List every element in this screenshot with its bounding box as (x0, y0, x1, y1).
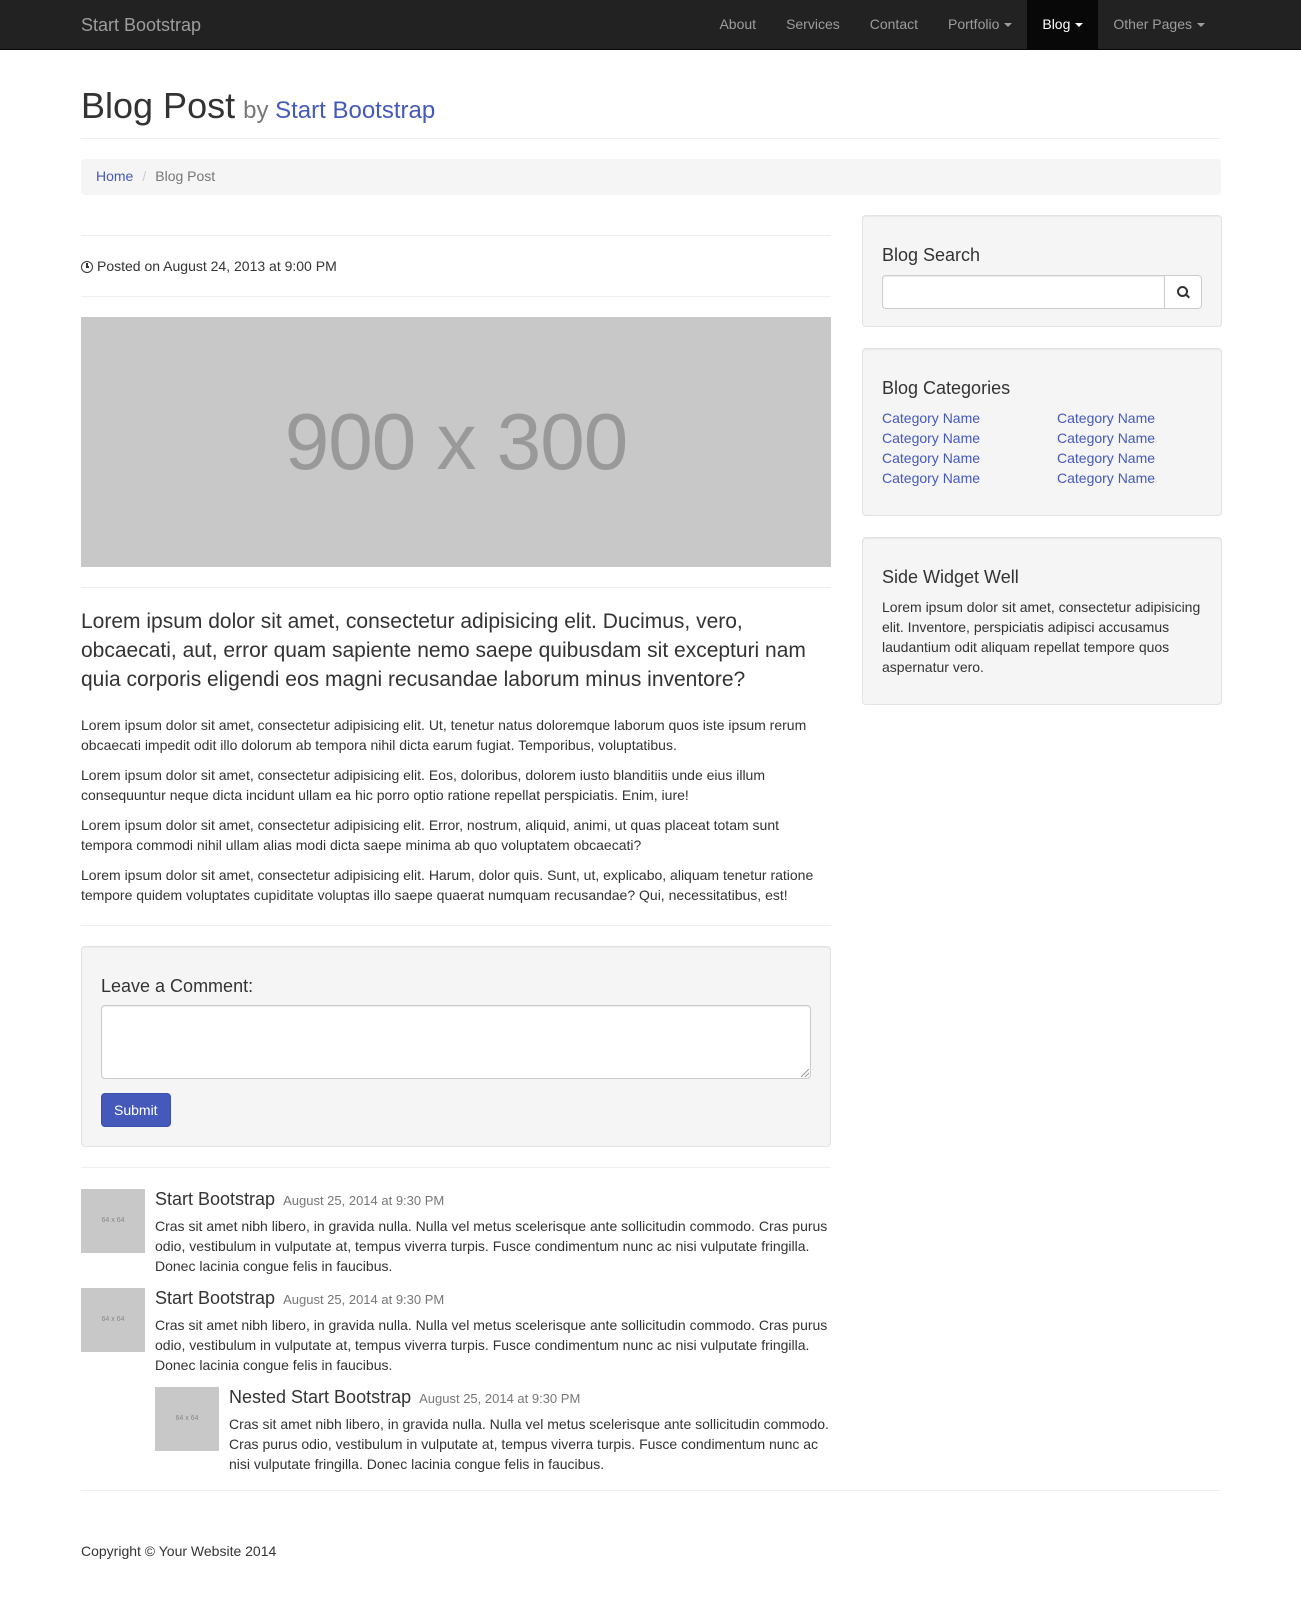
page-title-text: Blog Post (81, 85, 236, 126)
category-link[interactable]: Category Name (882, 448, 1057, 468)
category-link[interactable]: Category Name (882, 468, 1057, 488)
comment-form-heading: Leave a Comment: (101, 976, 254, 996)
side-widget-text: Lorem ipsum dolor sit amet, consectetur … (882, 599, 1201, 675)
divider (81, 235, 831, 236)
post-date: Posted on August 24, 2013 at 9:00 PM (81, 257, 337, 277)
category-link[interactable]: Category Name (882, 408, 1057, 428)
comment-form: Leave a Comment: Submit (81, 946, 831, 1147)
nav-contact-label: Contact (869, 15, 918, 32)
category-link[interactable]: Category Name (882, 428, 1057, 448)
comment-heading: Start Bootstrap August 25, 2014 at 9:30 … (155, 1288, 831, 1310)
caret-down-icon (1004, 22, 1013, 27)
comment: 64 x 64 Start Bootstrap August 25, 2014 … (81, 1189, 831, 1276)
blog-categories-heading: Blog Categories (882, 378, 1011, 398)
breadcrumb-home[interactable]: Home (96, 167, 133, 187)
main-nav: About Services Contact Portfolio Blog Ot… (704, 0, 1220, 50)
comment-body: Start Bootstrap August 25, 2014 at 9:30 … (145, 1288, 831, 1375)
blog-search-well: Blog Search (862, 215, 1222, 327)
blog-categories-well: Blog Categories Category Name Category N… (862, 348, 1222, 516)
search-icon (1176, 285, 1190, 299)
breadcrumb: Home / Blog Post (81, 159, 1221, 195)
side-widget-well: Side Widget Well Lorem ipsum dolor sit a… (862, 537, 1222, 705)
comment-heading: Start Bootstrap August 25, 2014 at 9:30 … (155, 1189, 831, 1211)
nav-contact[interactable]: Contact (855, 0, 933, 49)
post-paragraph: Lorem ipsum dolor sit amet, consectetur … (81, 717, 807, 753)
nav-blog-label: Blog (1042, 15, 1071, 32)
comment-text: Cras sit amet nibh libero, in gravida nu… (229, 1416, 829, 1472)
top-navbar: Start Bootstrap About Services Contact P… (0, 0, 1301, 50)
page-title: Blog Post by Start Bootstrap (81, 86, 1221, 131)
comment-date: August 25, 2014 at 9:30 PM (419, 1391, 581, 1406)
search-button[interactable] (1164, 275, 1202, 309)
avatar-placeholder-label: 64 x 64 (101, 1316, 125, 1323)
comment-date: August 25, 2014 at 9:30 PM (283, 1193, 445, 1208)
search-group (882, 275, 1202, 309)
nav-other-pages-label: Other Pages (1113, 15, 1192, 32)
author-link[interactable]: Start Bootstrap (275, 97, 435, 124)
nav-other-pages-dropdown[interactable]: Other Pages (1098, 0, 1220, 49)
nav-services-label: Services (786, 15, 840, 32)
comment-body: Nested Start Bootstrap August 25, 2014 a… (219, 1387, 831, 1474)
post-paragraph: Lorem ipsum dolor sit amet, consectetur … (81, 767, 765, 803)
comment-body: Start Bootstrap August 25, 2014 at 9:30 … (145, 1189, 831, 1276)
category-link[interactable]: Category Name (1057, 448, 1202, 468)
divider (81, 296, 831, 297)
clock-icon (81, 260, 93, 273)
post-paragraph: Lorem ipsum dolor sit amet, consectetur … (81, 817, 779, 853)
avatar: 64 x 64 (81, 1288, 145, 1352)
caret-down-icon (1197, 22, 1205, 27)
footer-divider (81, 1490, 1221, 1491)
nav-portfolio-label: Portfolio (948, 15, 1000, 32)
avatar: 64 x 64 (155, 1387, 219, 1451)
submit-button[interactable]: Submit (101, 1093, 171, 1127)
category-link[interactable]: Category Name (1057, 428, 1202, 448)
resize-handle-icon[interactable] (801, 1069, 809, 1077)
breadcrumb-current: Blog Post (155, 168, 216, 184)
byline-prefix: by (243, 97, 269, 124)
nested-comment: 64 x 64 Nested Start Bootstrap August 25… (155, 1387, 831, 1474)
brand-link[interactable]: Start Bootstrap (81, 14, 201, 36)
avatar-placeholder-label: 64 x 64 (101, 1217, 125, 1224)
post-lead: Lorem ipsum dolor sit amet, consectetur … (81, 610, 806, 691)
page-header: Blog Post by Start Bootstrap (81, 86, 1221, 139)
comment-text: Cras sit amet nibh libero, in gravida nu… (155, 1218, 828, 1274)
footer-copyright: Copyright © Your Website 2014 (81, 1543, 277, 1559)
category-link[interactable]: Category Name (1057, 468, 1202, 488)
divider (81, 1167, 831, 1168)
comment-author: Start Bootstrap (155, 1189, 276, 1209)
comment-textarea[interactable] (101, 1005, 811, 1079)
comment-author: Nested Start Bootstrap (229, 1387, 412, 1407)
post-date-text: Posted on August 24, 2013 at 9:00 PM (97, 258, 337, 274)
post-image-label: 900 x 300 (284, 396, 628, 486)
nav-about-label: About (719, 15, 757, 32)
category-list: Category Name Category Name Category Nam… (882, 408, 1202, 488)
post-image-placeholder: 900 x 300 (81, 317, 831, 567)
caret-down-icon (1075, 22, 1084, 27)
byline: by Start Bootstrap (243, 97, 435, 124)
blog-search-heading: Blog Search (882, 245, 981, 265)
comment-author: Start Bootstrap (155, 1288, 276, 1308)
nav-services[interactable]: Services (771, 0, 855, 49)
nav-portfolio-dropdown[interactable]: Portfolio (933, 0, 1027, 49)
breadcrumb-separator: / (142, 168, 147, 184)
comment-date: August 25, 2014 at 9:30 PM (283, 1292, 445, 1307)
avatar: 64 x 64 (81, 1189, 145, 1253)
divider (81, 925, 831, 926)
avatar-placeholder-label: 64 x 64 (175, 1415, 199, 1422)
divider (81, 587, 831, 588)
comment-text: Cras sit amet nibh libero, in gravida nu… (155, 1317, 828, 1373)
category-link[interactable]: Category Name (1057, 408, 1202, 428)
side-widget-heading: Side Widget Well (882, 567, 1019, 587)
comment: 64 x 64 Start Bootstrap August 25, 2014 … (81, 1288, 831, 1375)
nav-about[interactable]: About (704, 0, 771, 49)
search-input[interactable] (882, 275, 1164, 309)
post-paragraph: Lorem ipsum dolor sit amet, consectetur … (81, 867, 814, 903)
comment-heading: Nested Start Bootstrap August 25, 2014 a… (229, 1387, 831, 1409)
nav-blog-dropdown[interactable]: Blog (1027, 0, 1099, 49)
